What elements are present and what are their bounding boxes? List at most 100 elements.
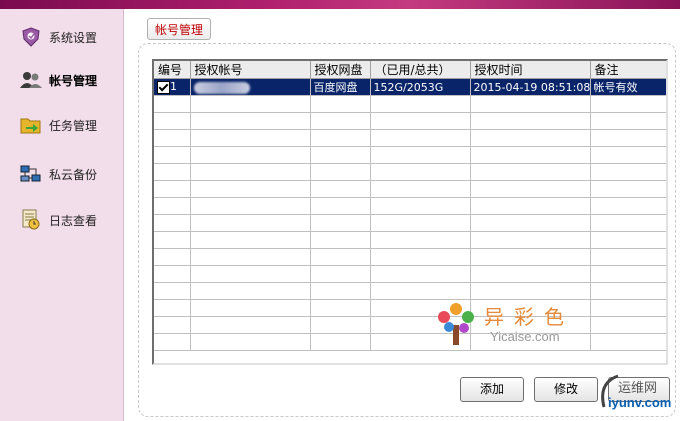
tree-logo-icon [438, 303, 474, 345]
edit-button[interactable]: 修改 [534, 377, 598, 402]
empty-cell [310, 95, 371, 113]
empty-cell [190, 214, 311, 232]
column-header-id[interactable]: 编号 [154, 61, 191, 79]
empty-cell [590, 112, 666, 130]
empty-cell [190, 265, 311, 283]
sidebar-item-task-management[interactable]: 任务管理 [0, 110, 123, 140]
empty-row [154, 146, 666, 164]
log-clock-icon [20, 209, 42, 231]
row-checkbox[interactable] [157, 80, 170, 94]
empty-cell [154, 333, 191, 351]
empty-cell [370, 197, 471, 215]
column-header-time[interactable]: 授权时间 [470, 61, 591, 79]
empty-cell [310, 316, 371, 334]
row-id: 1 [170, 80, 177, 94]
empty-cell [470, 95, 591, 113]
column-header-usage[interactable]: （已用/总共） [370, 61, 471, 79]
empty-cell [590, 248, 666, 266]
table-row[interactable]: 1 百度网盘 152G/2053G 2015-04-19 08:51:08 帐号… [154, 78, 666, 96]
sidebar-item-label: 日志查看 [49, 213, 98, 228]
empty-row [154, 316, 666, 334]
empty-row [154, 248, 666, 266]
empty-cell [370, 180, 471, 198]
empty-cell [370, 248, 471, 266]
column-header-note[interactable]: 备注 [590, 61, 666, 79]
empty-cell [190, 333, 311, 351]
empty-row [154, 112, 666, 130]
empty-cell [310, 299, 371, 317]
empty-cell [154, 265, 191, 283]
empty-cell [470, 214, 591, 232]
empty-cell [190, 299, 311, 317]
empty-cell [310, 180, 371, 198]
sidebar-item-account-management[interactable]: 帐号管理 [0, 65, 123, 95]
row-disk-cell: 百度网盘 [310, 78, 371, 96]
redacted-account [193, 81, 250, 94]
add-button[interactable]: 添加 [460, 377, 524, 402]
empty-cell [370, 129, 471, 147]
sidebar-item-label: 私云备份 [49, 167, 98, 182]
users-icon [20, 69, 42, 91]
empty-row [154, 129, 666, 147]
row-account-cell [190, 78, 311, 96]
empty-cell [590, 163, 666, 181]
row-note-cell: 帐号有效 [590, 78, 666, 96]
empty-cell [470, 197, 591, 215]
empty-cell [154, 95, 191, 113]
empty-cell [310, 248, 371, 266]
empty-cell [190, 129, 311, 147]
empty-cell [310, 112, 371, 130]
empty-cell [154, 299, 191, 317]
empty-cell [190, 282, 311, 300]
empty-cell [190, 197, 311, 215]
empty-cell [370, 146, 471, 164]
row-time-cell: 2015-04-19 08:51:08 [470, 78, 591, 96]
yicaise-watermark: 异彩色 Yicaise.com [434, 301, 584, 351]
column-header-disk[interactable]: 授权网盘 [310, 61, 371, 79]
sidebar-item-label: 任务管理 [49, 118, 98, 133]
empty-cell [154, 197, 191, 215]
tab-account-management[interactable]: 帐号管理 [147, 18, 211, 40]
empty-cell [190, 163, 311, 181]
empty-cell [154, 316, 191, 334]
empty-row [154, 95, 666, 113]
sidebar-item-log-view[interactable]: 日志查看 [0, 205, 123, 235]
empty-cell [470, 163, 591, 181]
accounts-table: 编号 授权帐号 授权网盘 （已用/总共） 授权时间 备注 1 百度网盘 152G… [152, 59, 668, 365]
empty-cell [370, 231, 471, 249]
empty-cell [590, 129, 666, 147]
empty-cell [154, 129, 191, 147]
table-header-row: 编号 授权帐号 授权网盘 （已用/总共） 授权时间 备注 [154, 61, 666, 79]
top-banner [0, 0, 680, 9]
empty-cell [310, 146, 371, 164]
empty-cell [310, 214, 371, 232]
empty-cell [154, 180, 191, 198]
empty-cell [590, 316, 666, 334]
empty-row [154, 163, 666, 181]
empty-cell [310, 163, 371, 181]
empty-cell [310, 231, 371, 249]
sidebar-item-system-settings[interactable]: 系统设置 [0, 22, 123, 52]
empty-cell [190, 112, 311, 130]
sidebar-item-private-cloud-backup[interactable]: 私云备份 [0, 159, 123, 189]
column-header-account[interactable]: 授权帐号 [190, 61, 311, 79]
empty-row [154, 197, 666, 215]
yicaise-text-cn: 异彩色 [484, 305, 574, 329]
empty-cell [190, 146, 311, 164]
empty-cell [590, 180, 666, 198]
main-content: 帐号管理 编号 授权帐号 授权网盘 （已用/总共） 授权时间 备注 1 百度网盘… [124, 9, 680, 421]
empty-cell [154, 248, 191, 266]
empty-cell [470, 146, 591, 164]
empty-cell [470, 180, 591, 198]
empty-cell [190, 231, 311, 249]
empty-cell [370, 112, 471, 130]
empty-cell [154, 163, 191, 181]
empty-cell [470, 248, 591, 266]
empty-cell [370, 163, 471, 181]
empty-row [154, 214, 666, 232]
empty-cell [154, 146, 191, 164]
empty-cell [154, 112, 191, 130]
empty-cell [590, 231, 666, 249]
empty-cell [154, 282, 191, 300]
empty-cell [370, 282, 471, 300]
